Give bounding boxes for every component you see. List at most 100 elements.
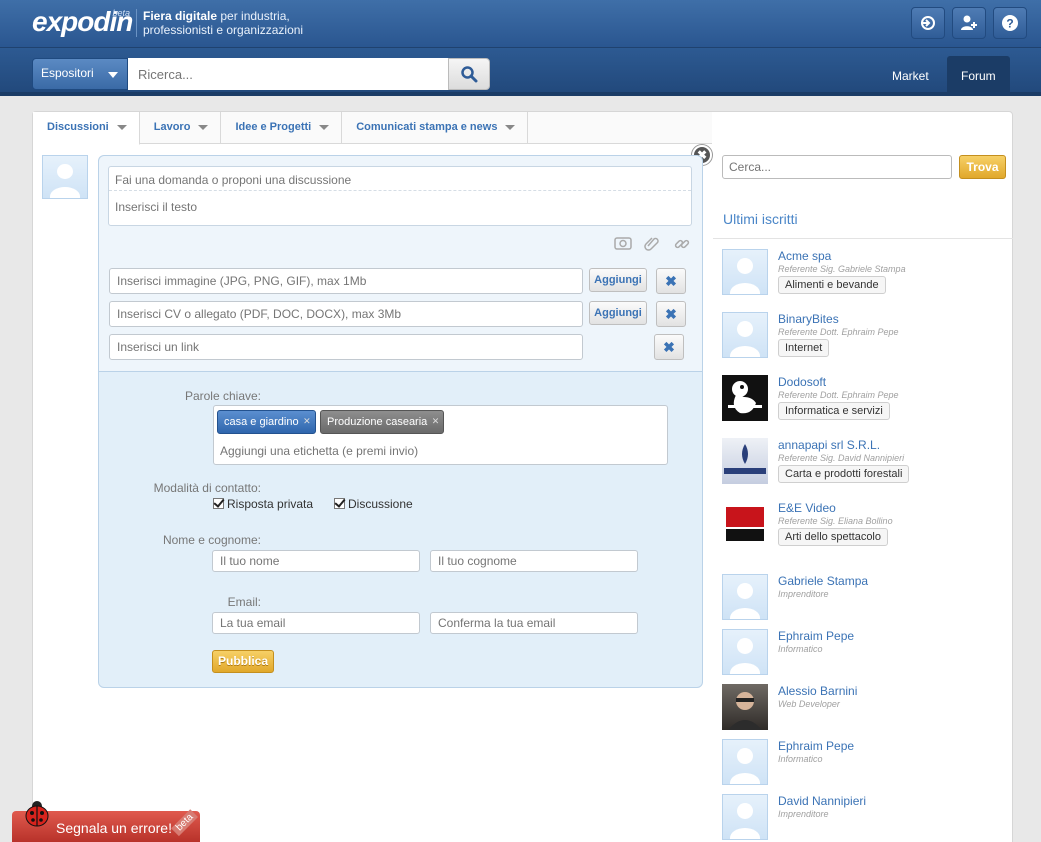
member-name[interactable]: Dodosoft bbox=[778, 375, 826, 389]
tag-chip[interactable]: casa e giardino ✕ bbox=[217, 410, 316, 434]
paperclip-icon[interactable] bbox=[644, 236, 660, 252]
image-attach-input[interactable] bbox=[109, 268, 583, 294]
member-name[interactable]: David Nannipieri bbox=[778, 794, 866, 808]
login-button[interactable] bbox=[911, 7, 945, 39]
name-label: Nome e cognome: bbox=[162, 533, 261, 547]
member-subtitle: Referente Dott. Ephraim Pepe bbox=[778, 327, 899, 337]
publish-button[interactable]: Pubblica bbox=[212, 650, 274, 673]
link-input[interactable] bbox=[109, 334, 583, 360]
tab-comunicati[interactable]: Comunicati stampa e news bbox=[342, 112, 529, 144]
member-name[interactable]: Ephraim Pepe bbox=[778, 739, 854, 753]
top-bar: expodin beta Fiera digitale per industri… bbox=[0, 0, 1041, 48]
nav-bar: Espositori Market Forum bbox=[0, 48, 1041, 96]
member-subtitle: Referente Sig. David Nannipieri bbox=[778, 453, 905, 463]
member-category[interactable]: Internet bbox=[778, 339, 830, 357]
member-item[interactable]: Alessio Barnini Web Developer bbox=[722, 684, 1012, 730]
remove-tag-icon[interactable]: ✕ bbox=[303, 416, 311, 427]
member-subtitle: Imprenditore bbox=[778, 809, 829, 819]
avatar bbox=[722, 574, 768, 620]
member-name[interactable]: Alessio Barnini bbox=[778, 684, 857, 698]
member-subtitle: Informatico bbox=[778, 754, 823, 764]
member-category[interactable]: Carta e prodotti forestali bbox=[778, 465, 910, 483]
add-user-icon bbox=[961, 15, 977, 30]
global-search: Espositori bbox=[32, 58, 490, 90]
member-item[interactable]: Ephraim Pepe Informatico bbox=[722, 629, 1012, 675]
tab-label: Comunicati stampa e news bbox=[356, 121, 498, 133]
member-name[interactable]: Acme spa bbox=[778, 249, 831, 263]
member-category[interactable]: Arti dello spettacolo bbox=[778, 528, 888, 546]
user-photo bbox=[722, 684, 768, 730]
tag-label: Produzione casearia bbox=[327, 416, 428, 428]
member-name[interactable]: Gabriele Stampa bbox=[778, 574, 868, 588]
chevron-down-icon bbox=[505, 124, 516, 130]
nav-market[interactable]: Market bbox=[878, 56, 943, 96]
register-button[interactable] bbox=[952, 7, 986, 39]
member-name[interactable]: BinaryBites bbox=[778, 312, 839, 326]
category-select[interactable]: Espositori bbox=[32, 58, 128, 90]
member-item[interactable]: Ephraim Pepe Informatico bbox=[722, 739, 1012, 785]
user-avatar bbox=[42, 155, 88, 199]
member-item[interactable]: David Nannipieri Imprenditore bbox=[722, 794, 1012, 840]
bird-logo-icon bbox=[728, 381, 762, 414]
member-item[interactable]: BinaryBites Referente Dott. Ephraim Pepe… bbox=[722, 312, 1012, 362]
tag-chip[interactable]: Produzione casearia ✕ bbox=[320, 410, 445, 434]
add-image-button[interactable]: Aggiungi bbox=[589, 268, 647, 292]
help-button[interactable]: ? bbox=[993, 7, 1027, 39]
avatar bbox=[722, 794, 768, 840]
member-subtitle: Web Developer bbox=[778, 699, 840, 709]
remove-link-button[interactable]: ✖ bbox=[654, 334, 684, 360]
remove-image-button[interactable]: ✖ bbox=[656, 268, 686, 294]
login-icon bbox=[921, 16, 935, 30]
content-panel: Discussioni Lavoro Idee e Progetti Comun… bbox=[32, 111, 1013, 842]
member-item[interactable]: annapapi srl S.R.L. Referente Sig. David… bbox=[722, 438, 1012, 488]
tab-discussioni[interactable]: Discussioni bbox=[33, 112, 140, 145]
private-reply-checkbox[interactable] bbox=[213, 498, 224, 509]
member-item[interactable]: Gabriele Stampa Imprenditore bbox=[722, 574, 1012, 620]
close-icon: ✖ bbox=[665, 273, 677, 289]
photo-icon[interactable] bbox=[614, 236, 632, 250]
member-subtitle: Referente Sig. Eliana Bollino bbox=[778, 516, 893, 526]
link-icon[interactable] bbox=[674, 236, 690, 252]
avatar bbox=[722, 629, 768, 675]
search-input[interactable] bbox=[128, 58, 448, 90]
remove-tag-icon[interactable]: ✕ bbox=[432, 416, 440, 427]
tag-label: casa e giardino bbox=[224, 416, 299, 428]
cv-attach-input[interactable] bbox=[109, 301, 583, 327]
discussion-label: Discussione bbox=[348, 497, 413, 511]
chevron-down-icon bbox=[198, 124, 209, 130]
avatar bbox=[722, 312, 768, 358]
member-search-input[interactable] bbox=[722, 155, 952, 179]
member-category[interactable]: Informatica e servizi bbox=[778, 402, 890, 420]
close-icon: ✖ bbox=[665, 306, 677, 322]
first-name-input[interactable] bbox=[212, 550, 420, 572]
header-actions: ? bbox=[911, 7, 1027, 39]
tab-label: Discussioni bbox=[47, 121, 109, 133]
expodin-logo[interactable]: expodin beta bbox=[32, 6, 133, 40]
tab-idee-progetti[interactable]: Idee e Progetti bbox=[221, 112, 343, 144]
member-search-button[interactable]: Trova bbox=[959, 155, 1006, 179]
person-photo-icon bbox=[728, 692, 762, 730]
tag-input[interactable] bbox=[214, 441, 654, 461]
nav-forum[interactable]: Forum bbox=[947, 56, 1010, 96]
member-name[interactable]: E&E Video bbox=[778, 501, 836, 515]
discussion-body-input[interactable] bbox=[109, 196, 691, 218]
last-name-input[interactable] bbox=[430, 550, 638, 572]
keywords-label: Parole chiave: bbox=[184, 389, 261, 403]
member-item[interactable]: Dodosoft Referente Dott. Ephraim Pepe In… bbox=[722, 375, 1012, 425]
discussion-checkbox[interactable] bbox=[334, 498, 345, 509]
member-name[interactable]: Ephraim Pepe bbox=[778, 629, 854, 643]
add-cv-button[interactable]: Aggiungi bbox=[589, 301, 647, 325]
member-name[interactable]: annapapi srl S.R.L. bbox=[778, 438, 880, 452]
remove-cv-button[interactable]: ✖ bbox=[656, 301, 686, 327]
search-button[interactable] bbox=[448, 58, 490, 90]
email-input[interactable] bbox=[212, 612, 420, 634]
member-category[interactable]: Alimenti e bevande bbox=[778, 276, 886, 294]
discussion-title-input[interactable] bbox=[109, 169, 691, 191]
email-label: Email: bbox=[227, 595, 261, 609]
tab-lavoro[interactable]: Lavoro bbox=[140, 112, 222, 144]
email-confirm-input[interactable] bbox=[430, 612, 638, 634]
member-item[interactable]: E&E Video Referente Sig. Eliana Bollino … bbox=[722, 501, 1012, 551]
member-item[interactable]: Acme spa Referente Sig. Gabriele Stampa … bbox=[722, 249, 1012, 299]
latest-members-title: Ultimi iscritti bbox=[723, 211, 798, 227]
member-subtitle: Referente Sig. Gabriele Stampa bbox=[778, 264, 906, 274]
